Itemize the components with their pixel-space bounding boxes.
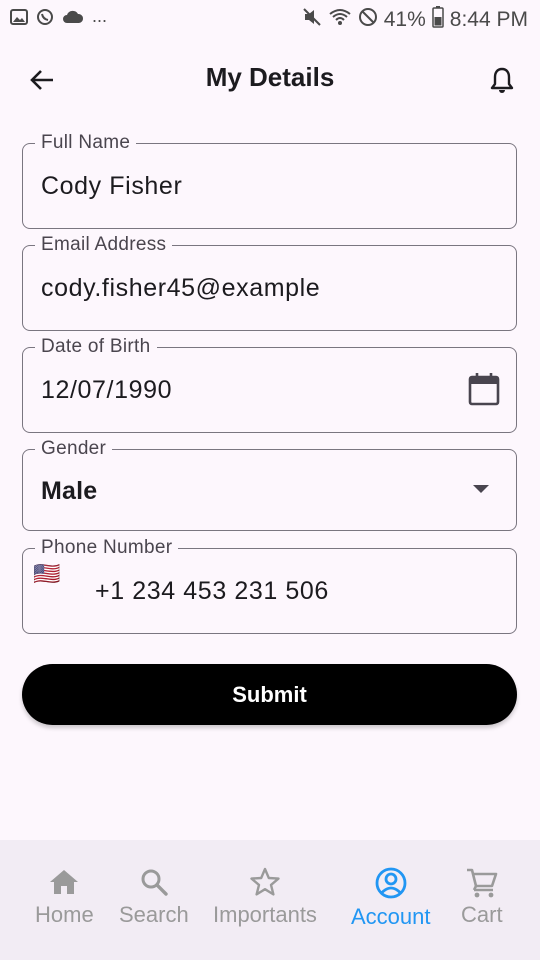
- gender-select[interactable]: Gender Male: [22, 438, 517, 531]
- search-icon: [141, 869, 168, 896]
- status-bar: ... 41% 8:44 PM: [0, 0, 540, 38]
- full-name-label: Full Name: [35, 132, 137, 154]
- phone-number-field[interactable]: Phone Number 🇺🇸 +1 234 453 231 506: [22, 537, 517, 634]
- email-value: cody.fisher45@example: [41, 274, 321, 302]
- nav-item-search[interactable]: Search: [119, 866, 189, 928]
- whatsapp-icon: [36, 8, 54, 31]
- gender-label: Gender: [35, 438, 113, 460]
- nav-item-cart[interactable]: Cart: [461, 866, 503, 928]
- phone-number-value: +1 234 453 231 506: [95, 577, 329, 605]
- app-bar: My Details: [0, 50, 540, 108]
- status-system: 41% 8:44 PM: [302, 6, 528, 33]
- star-icon: [250, 867, 280, 896]
- date-of-birth-value: 12/07/1990: [41, 376, 173, 404]
- submit-button[interactable]: Submit: [22, 664, 517, 725]
- nav-item-account[interactable]: Account: [351, 866, 431, 930]
- gender-value: Male: [41, 477, 98, 505]
- date-of-birth-field[interactable]: Date of Birth 12/07/1990: [22, 336, 517, 433]
- status-overflow: ...: [92, 6, 108, 26]
- cloud-icon: [62, 10, 84, 29]
- status-time: 8:44 PM: [449, 7, 528, 31]
- calendar-button[interactable]: [468, 372, 500, 406]
- full-name-value: Cody Fisher: [41, 172, 183, 200]
- us-flag-icon[interactable]: 🇺🇸: [33, 561, 60, 587]
- bottom-navigation: Home Search Importants Account Cart: [0, 840, 540, 960]
- calendar-icon: [468, 373, 500, 406]
- date-of-birth-label: Date of Birth: [35, 336, 157, 358]
- nav-label-importants: Importants: [213, 902, 317, 927]
- bell-icon: [490, 67, 514, 93]
- battery-icon: [432, 6, 444, 33]
- page-title: My Details: [205, 62, 335, 92]
- home-icon: [50, 870, 79, 894]
- do-not-disturb-icon: [358, 7, 378, 32]
- email-label: Email Address: [35, 234, 173, 256]
- nav-item-importants[interactable]: Importants: [213, 866, 317, 928]
- gallery-icon: [10, 9, 28, 30]
- battery-percent: 41%: [383, 7, 426, 31]
- nav-item-home[interactable]: Home: [35, 866, 94, 928]
- cart-icon: [466, 868, 498, 898]
- phone-number-label: Phone Number: [35, 537, 179, 559]
- status-notifications: ...: [10, 6, 108, 31]
- account-icon: [375, 867, 407, 899]
- wifi-icon: [328, 7, 352, 32]
- email-field[interactable]: Email Address cody.fisher45@example: [22, 234, 517, 331]
- nav-label-account: Account: [351, 904, 431, 929]
- nav-label-cart: Cart: [461, 902, 503, 927]
- mute-icon: [302, 7, 322, 32]
- dropdown-arrow-icon: [472, 484, 490, 494]
- full-name-field[interactable]: Full Name Cody Fisher: [22, 132, 517, 229]
- notifications-button[interactable]: [484, 62, 520, 98]
- nav-label-home: Home: [35, 902, 94, 927]
- nav-label-search: Search: [119, 902, 189, 927]
